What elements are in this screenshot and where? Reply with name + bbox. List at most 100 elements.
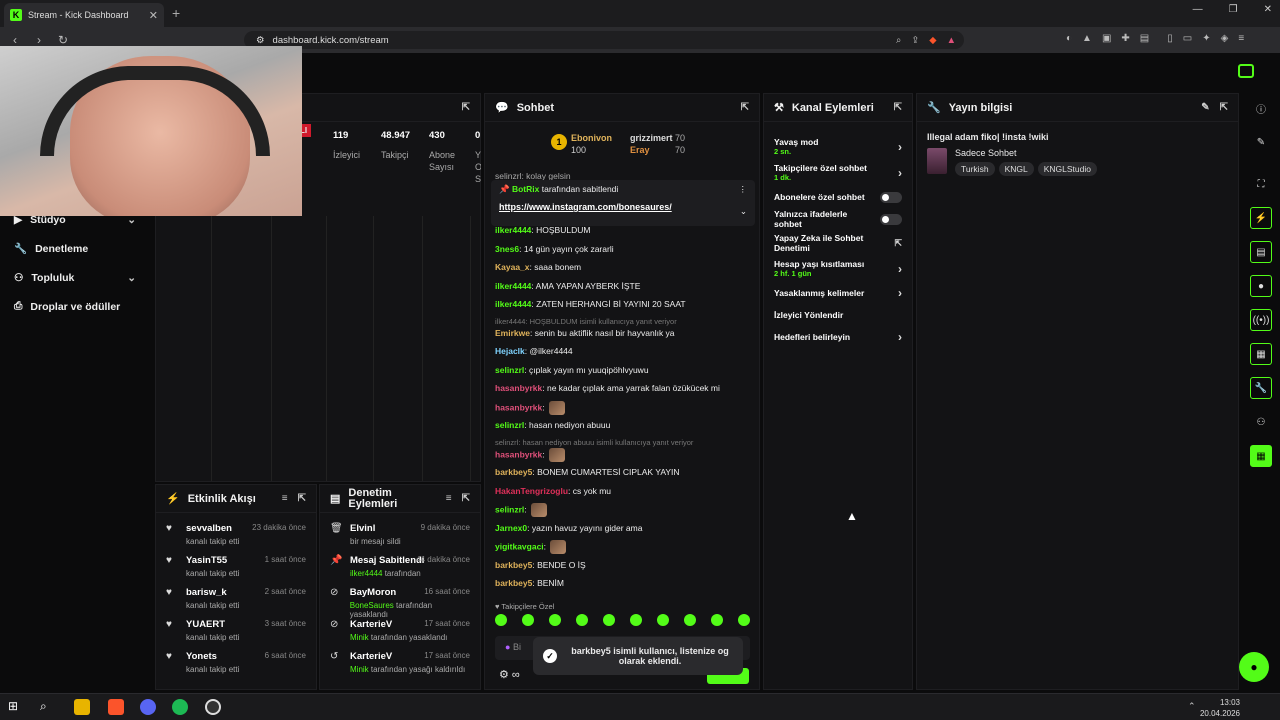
chat-username[interactable]: barkbey5 (495, 578, 532, 588)
pinned-by[interactable]: BotRix (512, 184, 539, 194)
category-name[interactable]: Sadece Sohbet (955, 148, 1101, 158)
back-icon[interactable]: ‹ (6, 33, 24, 47)
calendar-icon[interactable]: ▦ (1250, 445, 1272, 467)
user-name[interactable]: Yonets (186, 651, 239, 662)
chat-bubble-icon[interactable]: ● (1250, 275, 1272, 297)
chat-username[interactable]: Jarnex0 (495, 523, 527, 533)
emote-icon[interactable] (495, 614, 507, 626)
popout-icon[interactable]: ⇱ (298, 493, 306, 504)
channel-action-row[interactable]: Abonelere özel sohbet (764, 186, 912, 208)
user-name[interactable]: sevvalben (186, 523, 239, 534)
toggle-switch[interactable] (880, 213, 902, 225)
emote-icon[interactable] (711, 614, 723, 626)
extension-icon[interactable]: ▤ (1140, 33, 1149, 44)
chat-username[interactable]: Kayaa_x (495, 262, 530, 272)
extension-icon[interactable]: ▣ (1102, 33, 1111, 44)
channel-action-row[interactable]: Yavaş mod 2 sn. › (764, 134, 912, 160)
emote-icon[interactable] (684, 614, 696, 626)
site-info-icon[interactable]: ⚙ (256, 35, 265, 46)
chat-username[interactable]: yigitkavgaci (495, 541, 544, 551)
category-thumbnail[interactable] (927, 148, 947, 174)
more-icon[interactable]: ⋮ (739, 184, 748, 195)
user-name[interactable]: Elvinl (350, 523, 401, 534)
obs-icon[interactable] (205, 699, 221, 715)
emote-icon[interactable] (548, 447, 565, 462)
emote-icon[interactable] (522, 614, 534, 626)
edit-icon[interactable]: ✎ (1250, 131, 1272, 153)
chat-username[interactable]: selinzrl (495, 420, 524, 430)
popout-icon[interactable]: ⇱ (462, 493, 470, 504)
chat-username[interactable]: hasanbyrkk (495, 402, 542, 412)
popout-icon[interactable]: ⇱ (741, 102, 749, 113)
emote-icon[interactable] (630, 614, 642, 626)
emote-icon[interactable] (550, 540, 567, 554)
extension-icon[interactable]: ◐ (1066, 33, 1072, 44)
emote-icon[interactable] (548, 400, 565, 415)
chat-username[interactable]: HakanTengrizoglu (495, 486, 568, 496)
people-icon[interactable]: ⚇ (1250, 411, 1272, 433)
spotify-icon[interactable] (172, 699, 188, 715)
chat-username[interactable]: ilker4444 (495, 281, 531, 291)
channel-action-row[interactable]: Hedefleri belirleyin › (764, 326, 912, 348)
discord-icon[interactable] (140, 699, 156, 715)
chat-username[interactable]: hasanbyrkk (495, 449, 542, 459)
user-name[interactable]: barisw_k (186, 587, 239, 598)
windows-start-icon[interactable]: ⊞ (8, 699, 24, 715)
leo-icon[interactable]: ✦ (1202, 33, 1210, 44)
document-icon[interactable]: ▤ (1250, 241, 1272, 263)
wallet-icon[interactable]: ▭ (1183, 33, 1192, 44)
moderator-name[interactable]: Minik (350, 665, 369, 674)
sidebar-item-drops[interactable]: ⎙ Droplar ve ödüller (0, 292, 150, 321)
reload-icon[interactable]: ↻ (54, 33, 72, 47)
bolt-icon[interactable]: ⚡ (1250, 207, 1272, 229)
top-user[interactable]: Eray (630, 145, 650, 155)
popout-icon[interactable]: ⇱ (1220, 102, 1228, 113)
emote-icon[interactable] (603, 614, 615, 626)
layers-icon[interactable]: ▦ (1250, 343, 1272, 365)
chat-username[interactable]: Hejaclk (495, 346, 525, 356)
chat-username[interactable]: barkbey5 (495, 467, 532, 477)
chevron-down-icon[interactable]: ⌄ (740, 206, 747, 217)
fullscreen-icon[interactable]: ⛶ (1250, 173, 1272, 195)
moderator-name[interactable]: BoneSaures (350, 601, 394, 610)
emote-icon[interactable] (738, 614, 750, 626)
forward-icon[interactable]: › (30, 33, 48, 47)
close-window-button[interactable]: ✕ (1264, 4, 1272, 15)
filter-icon[interactable]: ≡ (446, 493, 452, 504)
system-clock[interactable]: 13:03 20.04.2026 (1200, 697, 1240, 719)
emote-icon[interactable] (576, 614, 588, 626)
share-icon[interactable]: ⇪ (911, 35, 919, 46)
browser-tab[interactable]: K Stream - Kick Dashboard ✕ (4, 3, 164, 27)
channel-action-row[interactable]: İzleyici Yönlendir (764, 304, 912, 326)
channel-action-row[interactable]: Takipçilere özel sohbet 1 dk. › (764, 160, 912, 186)
zoom-icon[interactable]: ⌕ (896, 35, 901, 46)
popout-icon[interactable]: ⇱ (462, 102, 470, 113)
broadcast-icon[interactable]: ((•)) (1250, 309, 1272, 331)
search-icon[interactable]: ⌕ (40, 699, 56, 715)
sidebar-toggle-icon[interactable]: ▯ (1167, 33, 1173, 44)
emote-icon[interactable] (657, 614, 669, 626)
brave-shield-icon[interactable]: ◆ (929, 35, 936, 46)
user-name[interactable]: Mesaj Sabitlendi (350, 555, 424, 566)
emote-icon[interactable] (530, 503, 547, 517)
popout-icon[interactable]: ⇱ (894, 102, 902, 113)
vpn-icon[interactable]: ◈ (1221, 33, 1229, 44)
support-chat-button[interactable]: ● (1239, 652, 1269, 682)
chat-username[interactable]: ilker4444 (495, 299, 531, 309)
maximize-button[interactable]: ❐ (1229, 4, 1238, 15)
channel-action-row[interactable]: Yalnızca ifadelerle sohbet (764, 208, 912, 230)
moderator-name[interactable]: Minik (350, 633, 369, 642)
sidebar-item-community[interactable]: ⚇ Topluluk ⌄ (0, 263, 150, 292)
menu-icon[interactable]: ≡ (1238, 33, 1244, 44)
extension-icon[interactable]: ▲ (1082, 33, 1092, 44)
puzzle-icon[interactable]: ✚ (1121, 33, 1129, 44)
chat-username[interactable]: 3nes6 (495, 244, 519, 254)
chat-username[interactable]: ilker4444 (495, 225, 531, 235)
chat-settings[interactable]: ⚙ ∞ (499, 668, 520, 681)
chat-username[interactable]: hasanbyrkk (495, 383, 542, 393)
chat-username[interactable]: selinzrl (495, 504, 524, 514)
tab-close-icon[interactable]: ✕ (149, 9, 158, 22)
toggle-switch[interactable] (880, 191, 902, 203)
wrench-icon[interactable]: 🔧 (1250, 377, 1272, 399)
top-user[interactable]: grizzimert (630, 133, 673, 143)
